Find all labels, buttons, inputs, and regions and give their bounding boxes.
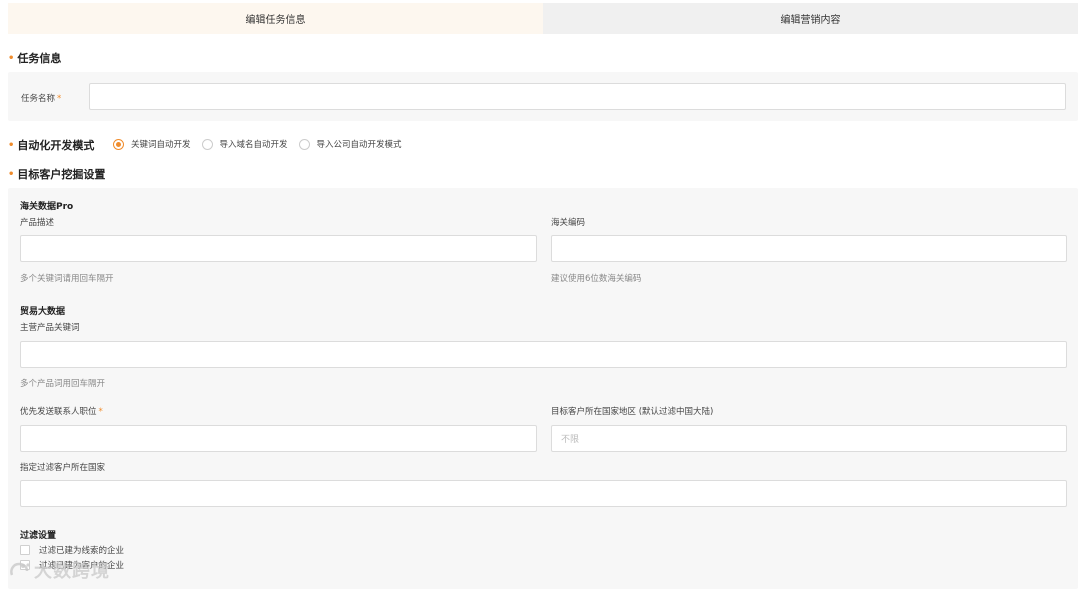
keywords-hint: 多个产品词用回车隔开 [20,379,106,389]
filter-leads-label: 过滤已建为线索的企业 [39,546,125,556]
contact-position-label-text: 优先发送联系人职位 [20,407,97,417]
product-desc-label: 产品描述 [20,218,55,228]
radio-unchecked-icon[interactable] [298,138,310,150]
radio-company-import[interactable]: 导入公司自动开发模式 [298,138,402,150]
contact-position-label: 优先发送联系人职位 * [20,405,103,417]
contact-position-input[interactable] [20,425,537,452]
trade-data-heading: 贸易大数据 [20,307,66,317]
auto-mode-radio-group: 关键词自动开发 导入域名自动开发 导入公司自动开发模式 [113,138,413,150]
radio-company-import-label: 导入公司自动开发模式 [316,140,402,150]
main-product-keywords-label: 主营产品关键词 [20,323,80,333]
hs-code-label: 海关编码 [551,218,586,228]
radio-keyword-auto-label: 关键词自动开发 [131,140,191,150]
tab-edit-marketing-content[interactable]: 编辑营销内容 [543,3,1078,34]
filter-country-input[interactable] [20,480,1067,507]
section-auto-mode-title: 自动化开发模式 [17,139,95,152]
task-name-label: 任务名称 * [21,92,61,104]
watermark: 大数跨境 [9,557,110,583]
radio-domain-import-label: 导入域名自动开发 [219,140,288,150]
section-auto-mode: • 自动化开发模式 [8,137,94,153]
watermark-text: 大数跨境 [34,561,110,582]
tab-edit-task-info[interactable]: 编辑任务信息 [8,3,543,34]
radio-unchecked-icon[interactable] [201,138,213,150]
required-mark: * [57,94,62,104]
bullet-icon: • [8,168,15,180]
filter-settings-heading: 过滤设置 [20,531,57,541]
customs-data-heading: 海关数据Pro [20,202,74,212]
section-target-title: 目标客户挖掘设置 [17,168,106,181]
radio-domain-import[interactable]: 导入域名自动开发 [201,138,288,150]
section-task-info-title: 任务信息 [17,52,62,65]
watermark-logo-icon [10,562,30,576]
region-label: 目标客户所在国家地区 (默认过滤中国大陆) [551,407,714,417]
filter-country-label: 指定过滤客户所在国家 [20,463,106,473]
task-name-label-text: 任务名称 [21,94,56,104]
tab-bar: 编辑任务信息 编辑营销内容 [8,3,1078,34]
region-select[interactable]: 不限 [551,425,1067,452]
required-mark: * [98,407,103,417]
task-name-input[interactable] [89,83,1066,110]
section-task-info: • 任务信息 [8,50,61,66]
task-info-panel: 任务名称 * [8,72,1078,121]
bullet-icon: • [8,52,15,64]
region-placeholder: 不限 [561,435,580,445]
checkbox-icon[interactable] [20,545,30,555]
hs-code-input[interactable] [551,235,1067,262]
bullet-icon: • [8,139,15,151]
filter-leads-option[interactable]: 过滤已建为线索的企业 [20,544,124,556]
product-desc-input[interactable] [20,235,537,262]
main-product-keywords-input[interactable] [20,341,1067,368]
product-desc-hint: 多个关键词请用回车隔开 [20,274,114,284]
hs-code-hint: 建议使用6位数海关编码 [551,274,642,284]
section-target-customer: • 目标客户挖掘设置 [8,166,105,182]
radio-checked-icon[interactable] [113,138,124,150]
radio-keyword-auto[interactable]: 关键词自动开发 [113,138,191,150]
